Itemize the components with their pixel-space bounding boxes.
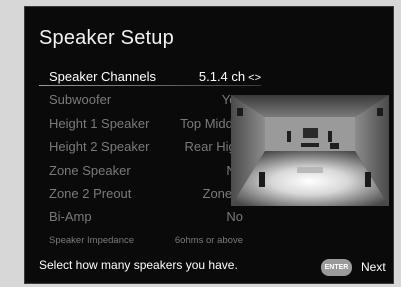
enter-key-icon[interactable]: ENTER [321, 259, 352, 276]
menu-item-label: Zone Speaker [49, 162, 131, 178]
speaker-settings-menu: Speaker Channels 5.1.4 ch<> Subwoofer Ye… [39, 65, 261, 252]
center-speaker-icon [301, 143, 319, 147]
front-right-speaker-icon [328, 131, 332, 142]
speaker-room-diagram [231, 95, 389, 206]
speaker-channels-value[interactable]: 5.1.4 ch <> [199, 65, 261, 90]
front-left-speaker-icon [287, 131, 291, 142]
menu-item-bi-amp[interactable]: Bi-Amp No [39, 205, 243, 228]
menu-item-height-2-speaker[interactable]: Height 2 Speaker Rear High [39, 135, 243, 158]
sofa-icon [297, 167, 323, 173]
menu-item-zone-speaker[interactable]: Zone Speaker No [39, 159, 243, 182]
menu-item-value: No [226, 209, 243, 225]
hint-text: Select how many speakers you have. [39, 258, 238, 272]
menu-item-label: Height 2 Speaker [49, 139, 150, 155]
surround-right-speaker-icon [365, 172, 371, 187]
surround-left-speaker-icon [259, 172, 265, 187]
height-speaker-right-icon [377, 108, 383, 116]
menu-item-subwoofer[interactable]: Subwoofer Yes [39, 88, 243, 111]
menu-item-label: Subwoofer [49, 92, 112, 108]
menu-item-label: Height 1 Speaker [49, 115, 150, 131]
menu-item-value: 6ohms or above [174, 234, 243, 246]
menu-item-zone-2-preout[interactable]: Zone 2 Preout Zone 2 [39, 182, 243, 205]
page-title: Speaker Setup [39, 27, 174, 49]
left-right-arrows-icon[interactable]: <> [248, 72, 261, 84]
subwoofer-icon [330, 143, 339, 149]
menu-item-label: Bi-Amp [49, 209, 92, 225]
menu-item-label: Speaker Impedance [49, 234, 135, 246]
speaker-setup-screen: Speaker Setup Speaker Channels 5.1.4 ch <… [24, 6, 394, 284]
menu-item-label: Zone 2 Preout [49, 185, 132, 201]
height-speaker-left-icon [237, 108, 243, 116]
tv-icon [303, 128, 318, 138]
menu-item-height-1-speaker[interactable]: Height 1 Speaker Top Middle [39, 112, 243, 135]
menu-item-speaker-channels[interactable]: Speaker Channels 5.1.4 ch <> [39, 65, 261, 88]
menu-item-label: Speaker Channels [49, 69, 156, 84]
menu-item-speaker-impedance[interactable]: Speaker Impedance 6ohms or above [39, 229, 243, 252]
next-button[interactable]: Next [361, 260, 386, 274]
